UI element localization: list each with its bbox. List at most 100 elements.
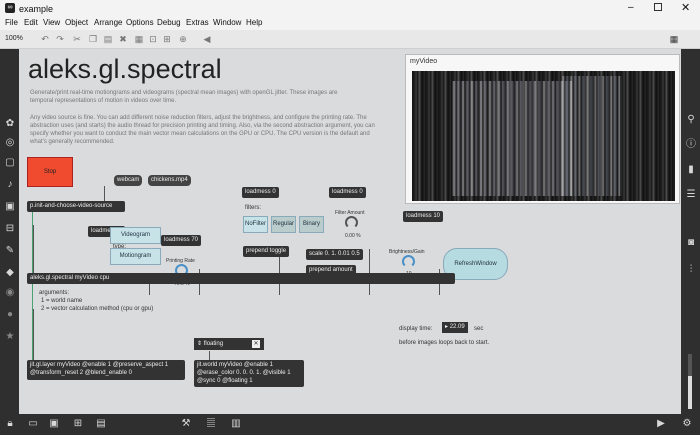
settings-icon[interactable]: ⚙ xyxy=(681,418,693,430)
book-icon[interactable]: ▮ xyxy=(685,164,697,176)
search-objects-icon[interactable]: ◎ xyxy=(4,137,16,149)
layers-icon[interactable]: ▤ xyxy=(95,418,107,430)
undo-icon[interactable]: ↶ xyxy=(40,34,50,44)
palette-icon[interactable]: ✿ xyxy=(4,118,16,130)
presentation-icon[interactable]: ⊞ xyxy=(162,34,172,44)
title-bar: ∞ example – ✕ xyxy=(0,0,700,17)
bpatcher-icon[interactable]: ⊟ xyxy=(4,223,16,235)
scale-object[interactable]: scale 0. 1. 0.01 0.5 xyxy=(306,249,363,260)
patcher-canvas[interactable]: aleks.gl.spectral Generate/print real-ti… xyxy=(19,49,681,414)
delete-icon[interactable]: ✖ xyxy=(118,34,128,44)
align-icon[interactable]: ⊕ xyxy=(178,34,188,44)
loadmess-10-object[interactable]: loadmess 10 xyxy=(403,211,444,222)
grid-toggle-icon[interactable]: ⊞ xyxy=(72,418,84,430)
menu-view[interactable]: View xyxy=(43,18,60,27)
zoom-level[interactable]: 100% xyxy=(5,35,23,42)
jit-world-object[interactable]: jit.world myVideo @enable 1 @erase_color… xyxy=(194,360,304,387)
menu-debug[interactable]: Debug xyxy=(157,18,181,27)
description-2: Any video source is fine. You can add di… xyxy=(30,115,375,145)
motiongram-streaks xyxy=(452,81,572,196)
left-sidebar: ✿ ◎ ▢ ♪ ▣ ⊟ ✎ ◆ ◉ ● ★ xyxy=(0,49,19,414)
loop-note: before images loops back to start. xyxy=(399,340,490,346)
play-icon[interactable]: ▶ xyxy=(655,418,667,430)
level-meter xyxy=(688,354,692,409)
stop-button[interactable]: Stop xyxy=(27,157,73,187)
chickens-message[interactable]: chickens.mp4 xyxy=(148,175,191,186)
floating-menu-label: floating xyxy=(203,341,224,347)
toolbar: 100% ↶ ↷ ✂ ❐ ▤ ✖ ▦ ⊡ ⊞ ⊕ ◀ ▦ xyxy=(0,30,700,49)
minimize-icon[interactable]: – xyxy=(628,2,634,13)
video-window[interactable]: myVideo xyxy=(405,54,680,204)
camera-icon[interactable]: ◙ xyxy=(685,237,697,249)
video-window-title: myVideo xyxy=(410,58,438,65)
menu-bar: File Edit View Object Arrange Options De… xyxy=(0,17,700,30)
loadmess-0-filter-object[interactable]: loadmess 0 xyxy=(242,187,279,198)
menu-file[interactable]: File xyxy=(5,18,18,27)
sidebar-toggle-icon[interactable]: ◀ xyxy=(202,34,212,44)
binary-button[interactable]: Binary xyxy=(299,216,324,233)
circle-icon[interactable]: ● xyxy=(4,309,16,321)
keyboard-icon[interactable]: ▦ xyxy=(669,34,679,44)
menu-edit[interactable]: Edit xyxy=(24,18,38,27)
image-icon[interactable]: ▣ xyxy=(4,201,16,213)
prepend-toggle-object[interactable]: prepend toggle xyxy=(243,246,290,257)
filter-amount-dial[interactable] xyxy=(345,216,358,229)
menu-object[interactable]: Object xyxy=(65,18,88,27)
view-icon[interactable]: ▣ xyxy=(48,418,60,430)
copy-icon[interactable]: ❐ xyxy=(88,34,98,44)
menu-arrange[interactable]: Arrange xyxy=(94,18,122,27)
webcam-message[interactable]: webcam xyxy=(114,175,143,186)
record-icon[interactable]: ◉ xyxy=(4,287,16,299)
filters-label: filters: xyxy=(245,205,262,211)
videogram-button[interactable]: Videogram xyxy=(110,227,161,244)
arguments-label: arguments: xyxy=(39,290,70,296)
main-spectral-object[interactable]: aleks.gl.spectral myVideo cpu xyxy=(27,273,455,284)
paste-icon[interactable]: ▤ xyxy=(103,34,113,44)
cable xyxy=(33,225,34,273)
lock-icon[interactable]: ⊡ xyxy=(148,34,158,44)
presentation-mode-icon[interactable]: ▭ xyxy=(27,418,39,430)
floating-toggle[interactable]: ✕ xyxy=(252,340,260,348)
loadmess-0-amount-object[interactable]: loadmess 0 xyxy=(329,187,366,198)
display-time-number[interactable]: ▸ 22.09 xyxy=(442,322,468,333)
init-video-source-object[interactable]: p.init-and-choose-video-source xyxy=(27,201,125,212)
search-icon[interactable]: ⚲ xyxy=(685,114,697,126)
loadmess-70-object[interactable]: loadmess 70 xyxy=(161,235,202,246)
cable xyxy=(33,309,34,361)
menu-extras[interactable]: Extras xyxy=(186,18,209,27)
lock-patch-icon[interactable]: 🔒︎ xyxy=(4,418,16,430)
brightness-dial[interactable] xyxy=(402,255,415,268)
mixer-icon[interactable]: ⫶ xyxy=(685,264,697,276)
info-icon[interactable]: ⓘ xyxy=(685,139,697,151)
close-icon[interactable]: ✕ xyxy=(681,1,690,14)
cube-icon[interactable]: ◆ xyxy=(4,267,16,279)
keyboard-keys-icon[interactable]: 𝄚 xyxy=(205,418,217,430)
page-title: aleks.gl.spectral xyxy=(28,54,222,84)
regular-button[interactable]: Regular xyxy=(271,216,296,233)
menu-options[interactable]: Options xyxy=(126,18,154,27)
waveform-icon[interactable]: ▥ xyxy=(230,418,242,430)
description-1: Generate/print real-time motiongrams and… xyxy=(30,90,338,104)
clipboard-icon[interactable]: ▢ xyxy=(4,157,16,169)
pin-icon[interactable]: ✎ xyxy=(4,245,16,257)
video-frame xyxy=(412,71,675,201)
grid-icon[interactable]: ▦ xyxy=(134,34,144,44)
cable xyxy=(369,249,370,295)
jit-gl-layer-object[interactable]: jit.gl.layer myVideo @enable 1 @preserve… xyxy=(27,360,185,380)
cut-icon[interactable]: ✂ xyxy=(72,34,82,44)
music-note-icon[interactable]: ♪ xyxy=(4,179,16,191)
display-time-value: 22.09 xyxy=(449,324,465,330)
redo-icon[interactable]: ↷ xyxy=(55,34,65,44)
app-icon: ∞ xyxy=(5,3,15,13)
star-icon[interactable]: ★ xyxy=(4,331,16,343)
tools-icon[interactable]: ⚒ xyxy=(180,418,192,430)
argument-1-label: 1 = world name xyxy=(41,298,83,304)
window-title: example xyxy=(19,4,54,14)
filter-amount-value: 0.00 % xyxy=(345,233,361,239)
nofilter-button[interactable]: NoFilter xyxy=(243,216,268,233)
menu-window[interactable]: Window xyxy=(213,18,241,27)
menu-help[interactable]: Help xyxy=(246,18,262,27)
motiongram-button[interactable]: Motiongram xyxy=(110,248,161,265)
list-icon[interactable]: ☰ xyxy=(685,189,697,201)
maximize-icon[interactable] xyxy=(654,3,662,11)
